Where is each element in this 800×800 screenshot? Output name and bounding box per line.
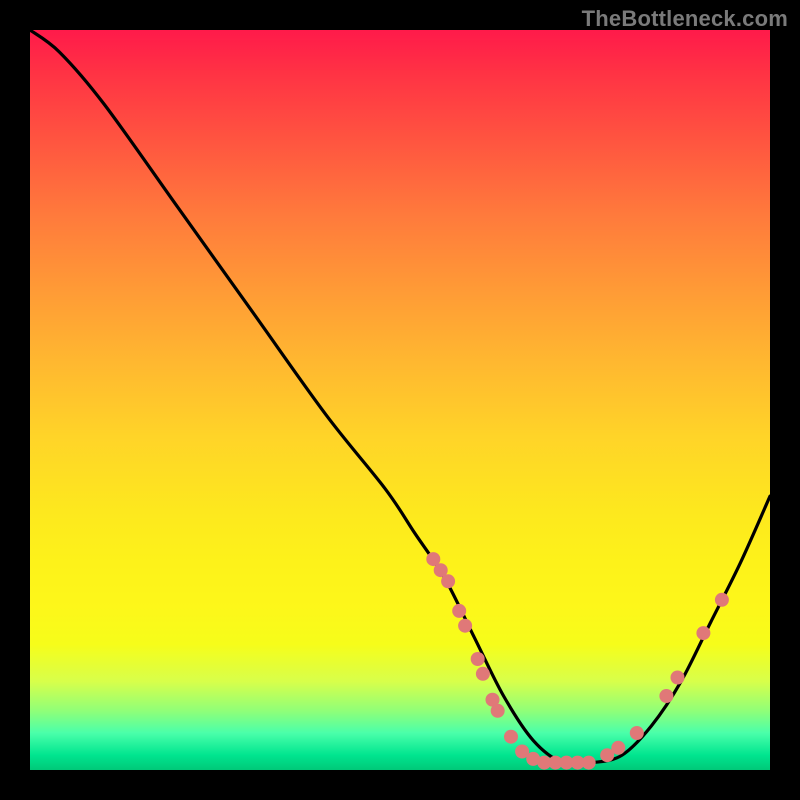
curve-marker [696, 626, 710, 640]
curve-marker [659, 689, 673, 703]
curve-markers [426, 552, 729, 770]
plot-area [30, 30, 770, 770]
curve-marker [715, 593, 729, 607]
bottleneck-curve [30, 30, 770, 765]
curve-marker [671, 671, 685, 685]
curve-marker [630, 726, 644, 740]
curve-marker [452, 604, 466, 618]
curve-marker [441, 574, 455, 588]
curve-marker [582, 756, 596, 770]
curve-marker [458, 619, 472, 633]
curve-marker [504, 730, 518, 744]
curve-marker [476, 667, 490, 681]
watermark-text: TheBottleneck.com [582, 6, 788, 32]
chart-container: TheBottleneck.com [0, 0, 800, 800]
curve-marker [491, 704, 505, 718]
curve-marker [611, 741, 625, 755]
curve-svg [30, 30, 770, 770]
curve-marker [471, 652, 485, 666]
